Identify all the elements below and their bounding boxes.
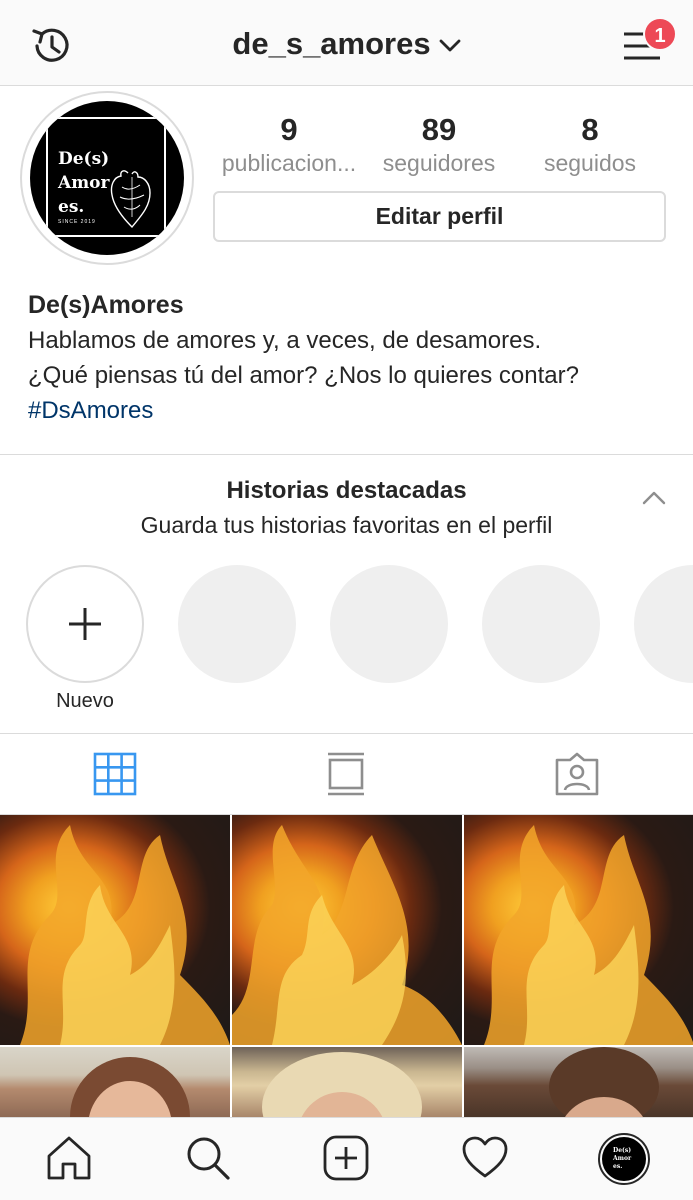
post-thumbnail[interactable] [232,815,462,1045]
profile-avatar[interactable]: De(s) Amor es. SINCE 2019 [30,101,184,255]
new-highlight-label: Nuevo [56,690,114,712]
fire-image [232,825,462,1045]
divider [0,454,693,455]
stat-posts-value: 9 [280,112,298,147]
portrait-image [549,1047,659,1117]
top-bar: de_s_amores 1 [0,0,693,86]
avatar: De(s) Amor es. [602,1137,646,1181]
username-title: de_s_amores [232,26,431,61]
profile-tab-avatar[interactable]: De(s) Amor es. [598,1133,650,1185]
highlight-placeholder [634,565,693,683]
profile-bio: De(s)Amores Hablamos de amores y, a vece… [28,288,668,428]
tagged-icon[interactable] [553,750,601,798]
profile-stats: 9 publicacion... 89 seguidores 8 seguido… [212,112,672,182]
nav-avatar-line2: Amor [613,1155,632,1162]
posts-grid [0,815,693,1117]
nav-avatar-line3: es. [613,1163,623,1170]
fire-image [20,825,230,1045]
nav-avatar-line1: De(s) [613,1147,632,1154]
heart-icon[interactable] [461,1134,509,1182]
divider [0,733,693,734]
new-highlight-button[interactable] [26,565,144,683]
add-post-icon[interactable] [322,1134,370,1182]
bottom-nav: De(s) Amor es. [0,1117,693,1200]
bio-line-2: ¿Qué piensas tú del amor? ¿Nos lo quiere… [28,362,579,389]
chevron-down-icon [439,39,460,52]
highlights-subtitle: Guarda tus historias favoritas en el per… [140,512,553,538]
avatar-text-line3: es. [58,197,85,217]
post-thumbnail[interactable] [0,1047,230,1117]
portrait-image [70,1057,190,1117]
stat-posts-label: publicacion... [221,150,357,176]
grid-icon[interactable] [91,750,139,798]
bio-line-1: Hablamos de amores y, a veces, de desamo… [28,327,542,354]
stat-following-label: seguidos [543,150,637,176]
post-thumbnail[interactable] [0,815,230,1045]
post-thumbnail[interactable] [464,815,693,1045]
highlights-title: Historias destacadas [226,477,467,504]
stat-followers[interactable]: 89 seguidores [378,112,500,178]
anatomical-heart-icon [110,170,151,229]
plus-icon [69,608,101,640]
avatar-text-line2: Amor [58,173,110,193]
highlight-placeholder [178,565,296,683]
edit-profile-button[interactable]: Editar perfil [213,191,666,242]
feed-icon[interactable] [322,750,370,798]
avatar-logo-text: De(s) Amor es. [58,147,109,219]
highlight-placeholder [330,565,448,683]
stat-followers-value: 89 [421,112,457,147]
home-icon[interactable] [45,1134,93,1182]
avatar-text-line1: De(s) [58,149,110,169]
avatar-since-text: SINCE 2019 [58,219,96,225]
search-icon[interactable] [184,1134,232,1182]
fire-image [484,825,693,1045]
notification-badge: 1 [643,17,677,51]
highlight-placeholder [482,565,600,683]
stat-following[interactable]: 8 seguidos [530,112,650,178]
portrait-image [262,1052,422,1117]
profile-name: De(s)Amores [28,291,184,319]
stat-following-value: 8 [581,112,599,147]
chevron-up-icon[interactable] [640,488,668,508]
post-thumbnail[interactable] [232,1047,462,1117]
stat-posts[interactable]: 9 publicacion... [214,112,364,178]
nav-avatar-text: De(s) Amor es. [613,1147,631,1171]
stat-followers-label: seguidores [382,150,496,176]
post-thumbnail[interactable] [464,1047,693,1117]
account-switcher[interactable]: de_s_amores [0,26,693,62]
bio-hashtag-link[interactable]: #DsAmores [28,393,668,428]
